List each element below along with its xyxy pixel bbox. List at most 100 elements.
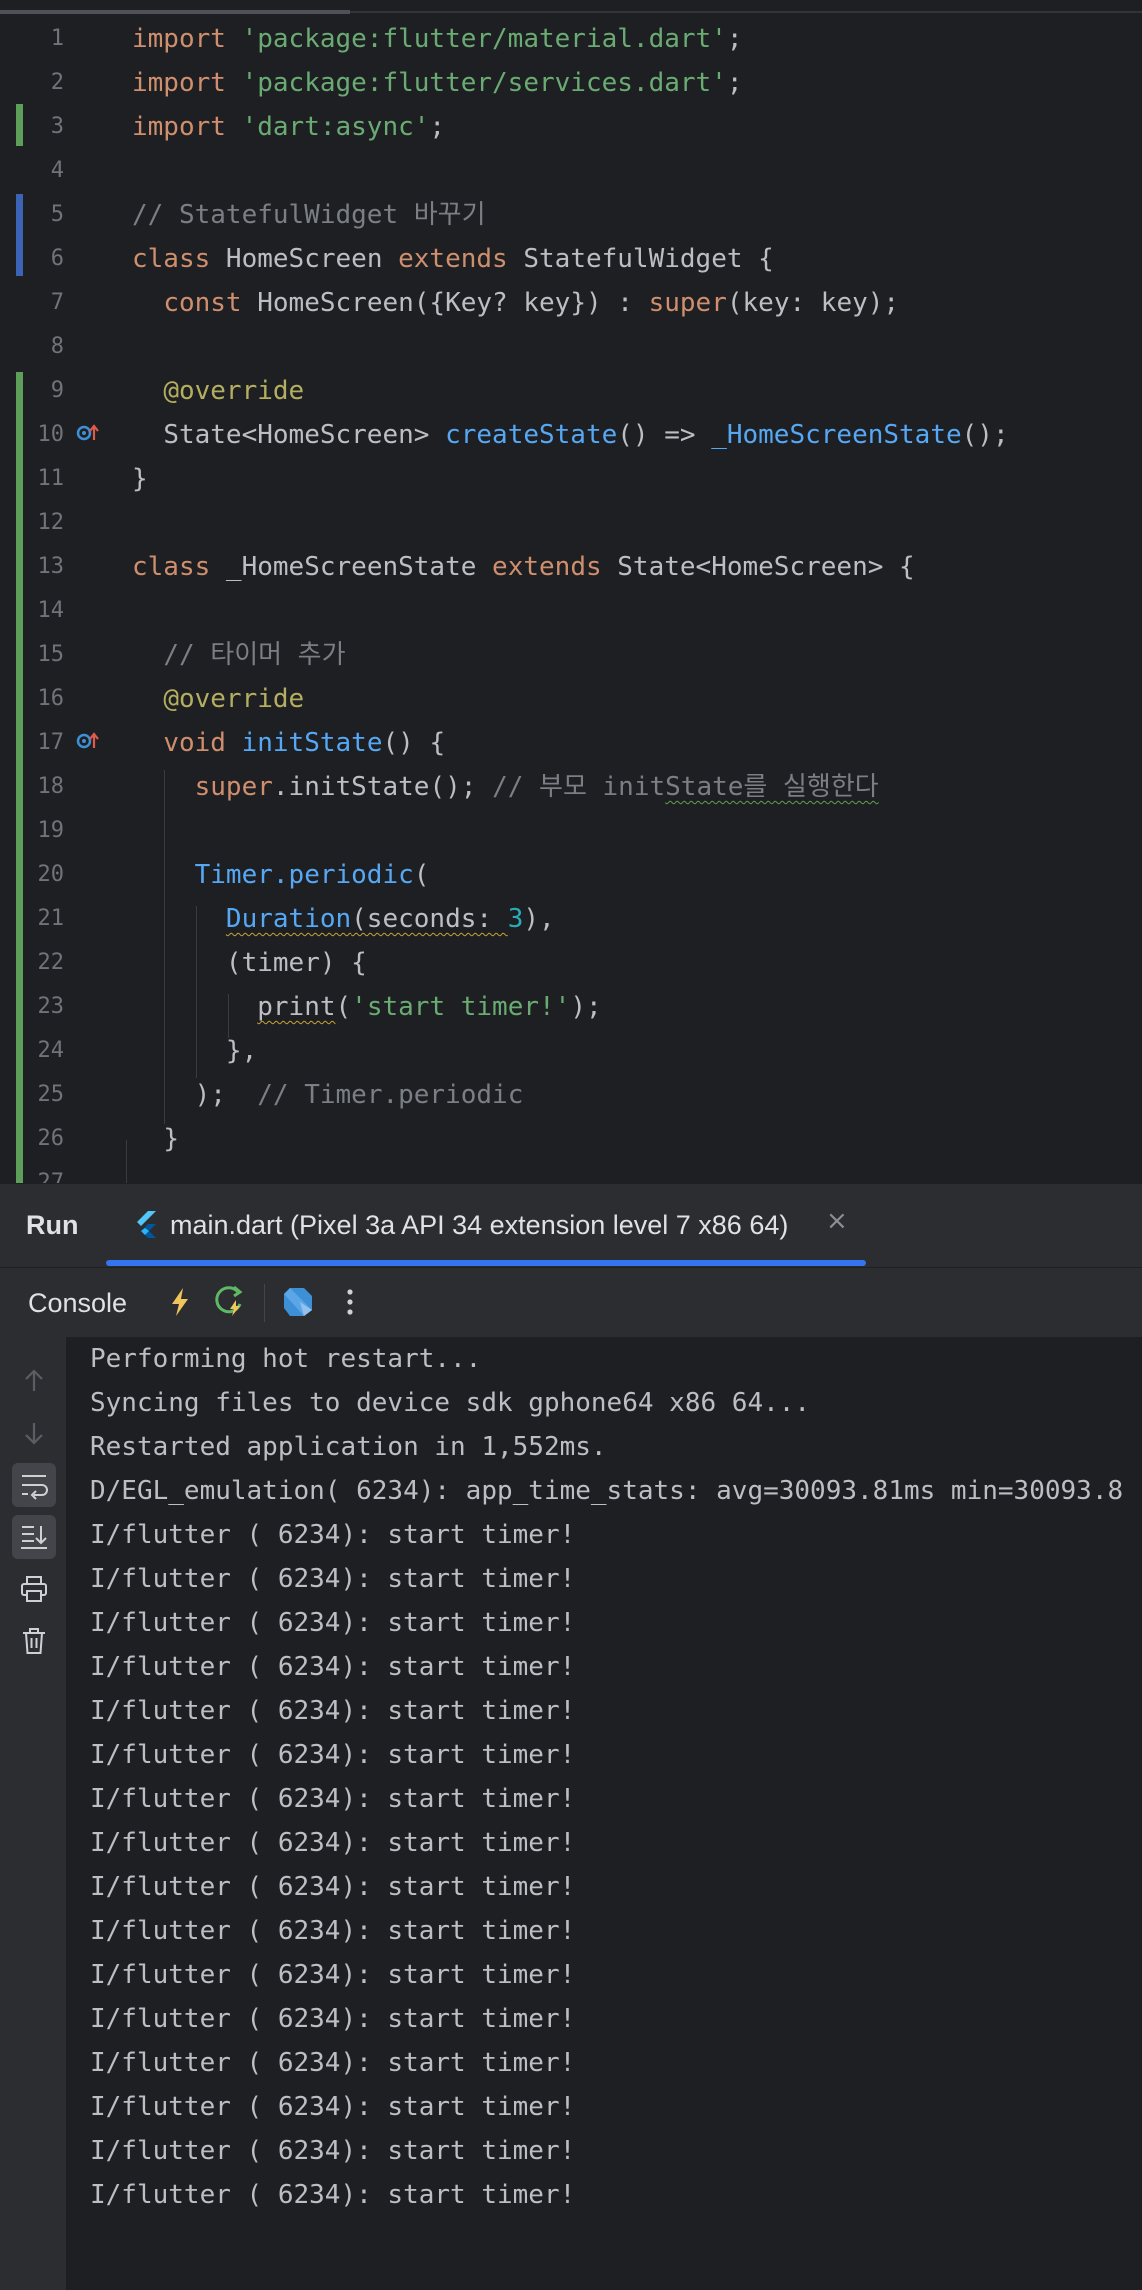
line-number: 11	[37, 466, 65, 491]
code-line[interactable]: class _HomeScreenState extends State<Hom…	[132, 545, 915, 589]
class-name: Duration	[225, 904, 352, 934]
tab-main-dart[interactable]: main.dart (Pixel 3a API 34 extension lev…	[106, 1184, 866, 1268]
keyword: import	[132, 68, 226, 98]
console-line: Performing hot restart...	[90, 1344, 482, 1374]
keyword: super	[194, 772, 273, 802]
class-name: HomeScreen	[210, 244, 399, 274]
line-number: 16	[37, 686, 65, 711]
code-text: () =>	[617, 420, 712, 450]
code-line[interactable]: import 'dart:async';	[132, 105, 445, 149]
class-name: _HomeScreenState	[210, 552, 493, 582]
scroll-to-end-icon[interactable]	[12, 1515, 56, 1559]
keyword: class	[132, 552, 211, 582]
comment: // Timer.periodic	[257, 1080, 524, 1110]
line-number: 6	[50, 246, 64, 271]
code-editor[interactable]: 1 2 3 4 5 6 7 8 9 10 11 12 13 14 15 16 1…	[0, 0, 1142, 1183]
line-number: 9	[50, 378, 64, 403]
string-literal: 'start timer!'	[351, 992, 571, 1022]
code-line[interactable]: @override	[132, 369, 304, 413]
code-line[interactable]: const HomeScreen({Key? key}) : super(key…	[132, 281, 899, 325]
method-name: initState	[241, 728, 383, 758]
console-line: I/flutter ( 6234): start timer!	[90, 1784, 576, 1814]
line-number: 10	[37, 422, 65, 447]
line-number: 19	[37, 818, 65, 843]
code-text: .initState();	[272, 772, 493, 802]
scroll-down-icon[interactable]	[12, 1411, 56, 1455]
code-text: ;	[726, 24, 743, 54]
run-window-title: Run	[26, 1210, 79, 1240]
code-line[interactable]: Duration(seconds: 3),	[132, 897, 555, 941]
close-tab-icon[interactable]: ×	[826, 1206, 848, 1236]
toolbar-separator	[264, 1284, 265, 1322]
line-number: 8	[50, 334, 64, 359]
line-number: 25	[37, 1082, 65, 1107]
hot-restart-icon[interactable]	[210, 1282, 250, 1322]
code-text: }	[163, 1124, 179, 1154]
code-line[interactable]: print('start timer!');	[132, 985, 602, 1029]
string-literal: 'dart:async'	[241, 112, 430, 142]
hot-reload-icon[interactable]	[160, 1282, 200, 1322]
code-text: (key: key);	[726, 288, 900, 318]
console-line: I/flutter ( 6234): start timer!	[90, 1960, 576, 1990]
annotation: @override	[163, 376, 305, 406]
method-name: _HomeScreenState	[711, 420, 962, 450]
code-text: ;	[726, 68, 743, 98]
console-output[interactable]: Performing hot restart... Syncing files …	[0, 1337, 1142, 2290]
line-number: 4	[50, 158, 64, 183]
string-literal: 'package:flutter/services.dart'	[241, 68, 727, 98]
code-line[interactable]: // StatefulWidget 바꾸기	[132, 193, 486, 237]
trash-icon[interactable]	[12, 1619, 56, 1663]
annotation: @override	[163, 684, 305, 714]
comment: State를 실행한다	[665, 772, 879, 802]
more-options-icon[interactable]	[330, 1282, 370, 1322]
code-text: }	[132, 464, 148, 494]
console-line: D/EGL_emulation( 6234): app_time_stats: …	[90, 1476, 1124, 1506]
code-line[interactable]: class HomeScreen extends StatefulWidget …	[132, 237, 774, 281]
line-number: 26	[37, 1126, 65, 1151]
code-line[interactable]: Timer.periodic(	[132, 853, 430, 897]
code-text: State<HomeScreen> {	[601, 552, 915, 582]
code-line[interactable]: }	[132, 1117, 179, 1161]
soft-wrap-icon[interactable]	[12, 1463, 56, 1507]
code-line[interactable]: ); // Timer.periodic	[132, 1073, 524, 1117]
line-number: 20	[37, 862, 65, 887]
code-line[interactable]: @override	[132, 677, 304, 721]
code-text: );	[570, 992, 602, 1022]
code-text: );	[194, 1080, 258, 1110]
code-line[interactable]: import 'package:flutter/material.dart';	[132, 17, 743, 61]
code-line[interactable]: },	[132, 1029, 257, 1073]
dart-devtools-icon[interactable]	[278, 1282, 318, 1322]
scroll-up-icon[interactable]	[12, 1359, 56, 1403]
line-number: 5	[50, 202, 64, 227]
keyword: class	[132, 244, 211, 274]
comment: // 타이머 추가	[163, 640, 346, 670]
code-line[interactable]: // 타이머 추가	[132, 633, 346, 677]
code-text: State<HomeScreen>	[163, 420, 446, 450]
horizontal-scrollbar-thumb[interactable]	[0, 10, 350, 14]
line-number: 7	[50, 290, 64, 315]
code-line[interactable]: (timer) {	[132, 941, 367, 985]
tab-console[interactable]: Console	[28, 1288, 127, 1319]
console-line: I/flutter ( 6234): start timer!	[90, 1916, 576, 1946]
line-number: 21	[37, 906, 65, 931]
console-line: I/flutter ( 6234): start timer!	[90, 1652, 576, 1682]
code-line[interactable]: void initState() {	[132, 721, 445, 765]
code-line[interactable]: import 'package:flutter/services.dart';	[132, 61, 743, 105]
code-text: (seconds:	[351, 904, 508, 934]
line-number: 24	[37, 1038, 65, 1063]
flutter-icon	[137, 1211, 156, 1238]
comment: // StatefulWidget 바꾸기	[132, 200, 486, 230]
code-text: ();	[961, 420, 1009, 450]
print-icon[interactable]	[12, 1567, 56, 1611]
run-tool-window-header: Run main.dart (Pixel 3a API 34 extension…	[0, 1183, 1142, 1268]
console-line: I/flutter ( 6234): start timer!	[90, 1828, 576, 1858]
code-line[interactable]: State<HomeScreen> createState() => _Home…	[132, 413, 1009, 457]
line-number: 2	[50, 70, 64, 95]
console-line: Restarted application in 1,552ms.	[90, 1432, 607, 1462]
keyword: super	[648, 288, 727, 318]
code-text: StatefulWidget {	[507, 244, 774, 274]
number-literal: 3	[507, 904, 524, 934]
code-line[interactable]: }	[132, 457, 148, 501]
console-line: I/flutter ( 6234): start timer!	[90, 2136, 576, 2166]
code-line[interactable]: super.initState(); // 부모 initState를 실행한다	[132, 765, 879, 809]
